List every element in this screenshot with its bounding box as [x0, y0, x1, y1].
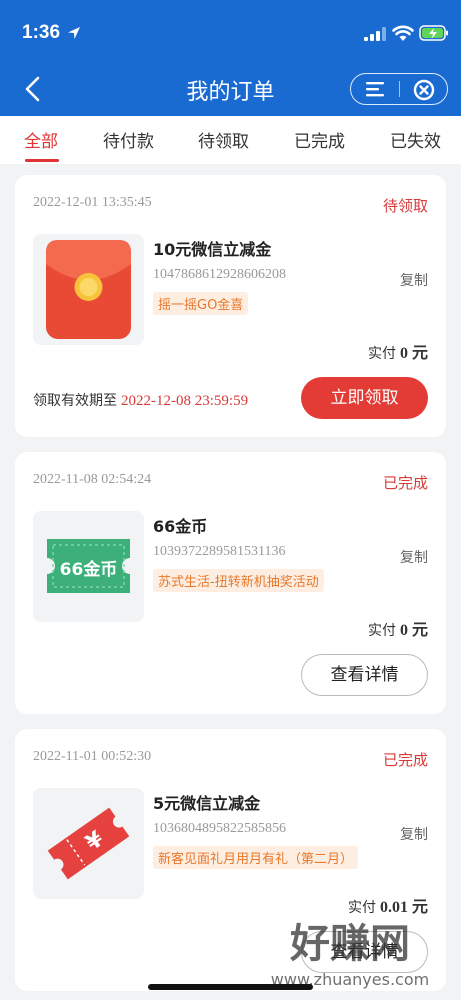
- tab-pending-claim[interactable]: 待领取: [198, 127, 249, 152]
- claim-now-button[interactable]: 立即领取: [301, 377, 428, 419]
- paid-value: 0 元: [399, 622, 428, 639]
- yuan-coupon-icon: ¥: [47, 807, 130, 880]
- order-card[interactable]: 2022-12-01 13:35:45 待领取 10元微信立减金 1047868…: [15, 175, 446, 437]
- paid-amount: 实付 0 元: [368, 339, 428, 363]
- battery-charging-icon: [419, 25, 448, 41]
- paid-value: 0 元: [399, 345, 428, 362]
- paid-amount: 实付 0.01 元: [348, 893, 428, 917]
- paid-value: 0.01 元: [379, 899, 428, 916]
- product-thumbnail: [33, 234, 144, 345]
- product-name: 5元微信立减金: [153, 794, 261, 813]
- product-thumbnail: ¥: [33, 788, 144, 899]
- tab-expired[interactable]: 已失效: [390, 127, 441, 152]
- cellular-signal-icon: [364, 27, 386, 41]
- order-date: 2022-11-08 02:54:24: [33, 472, 152, 487]
- order-card[interactable]: 2022-11-01 00:52:30 已完成 ¥ 5元微信立减金 103680…: [15, 729, 446, 991]
- home-indicator: [148, 984, 313, 990]
- product-name: 10元微信立减金: [153, 240, 272, 259]
- mini-program-capsule: [350, 73, 448, 105]
- activity-tag: 苏式生活-扭转新机抽奖活动: [153, 569, 324, 592]
- status-time: 1:36: [22, 22, 61, 43]
- order-status: 待领取: [382, 197, 428, 215]
- order-number: 1039372289581531136: [153, 544, 286, 559]
- copy-button[interactable]: 复制: [400, 270, 428, 290]
- order-tabs: 全部 待付款 待领取 已完成 已失效: [0, 116, 461, 164]
- wifi-icon: [392, 25, 414, 41]
- order-status: 已完成: [382, 474, 428, 492]
- tab-all[interactable]: 全部: [24, 127, 58, 152]
- view-details-button[interactable]: 查看详情: [301, 931, 428, 973]
- product-name: 66金币: [153, 517, 208, 536]
- paid-label: 实付: [347, 900, 376, 916]
- activity-tag: 摇一摇GO金喜: [153, 292, 249, 315]
- order-status: 已完成: [382, 751, 428, 769]
- paid-label: 实付: [367, 623, 396, 639]
- thumbnail-label: 66金币: [59, 560, 118, 580]
- order-date: 2022-11-01 00:52:30: [33, 749, 152, 764]
- location-arrow-icon: [68, 27, 80, 39]
- menu-icon[interactable]: [363, 79, 387, 99]
- close-icon[interactable]: [412, 78, 436, 102]
- tab-completed[interactable]: 已完成: [294, 127, 345, 152]
- order-number: 1036804895822585856: [153, 821, 286, 836]
- product-thumbnail: 66金币: [33, 511, 144, 622]
- view-details-button[interactable]: 查看详情: [301, 654, 428, 696]
- copy-button[interactable]: 复制: [400, 547, 428, 567]
- tab-pending-payment[interactable]: 待付款: [103, 127, 154, 152]
- claim-expiry: 领取有效期至 2022-12-08 23:59:59: [33, 390, 248, 410]
- expiry-date: 2022-12-08 23:59:59: [121, 393, 249, 409]
- red-envelope-icon: [46, 240, 131, 339]
- order-number: 1047868612928606208: [153, 267, 286, 282]
- paid-label: 实付: [367, 346, 396, 362]
- app-header: 1:36 我的订单: [0, 0, 461, 116]
- order-card[interactable]: 2022-11-08 02:54:24 已完成 66金币 66金币 103937…: [15, 452, 446, 714]
- status-bar: 1:36: [0, 0, 461, 62]
- order-date: 2022-12-01 13:35:45: [33, 195, 152, 210]
- copy-button[interactable]: 复制: [400, 824, 428, 844]
- capsule-divider: [399, 81, 400, 97]
- expiry-label: 领取有效期至: [33, 393, 117, 409]
- active-tab-indicator: [25, 159, 59, 162]
- activity-tag: 新客见面礼月用月有礼（第二月）: [153, 846, 359, 869]
- paid-amount: 实付 0 元: [368, 616, 428, 640]
